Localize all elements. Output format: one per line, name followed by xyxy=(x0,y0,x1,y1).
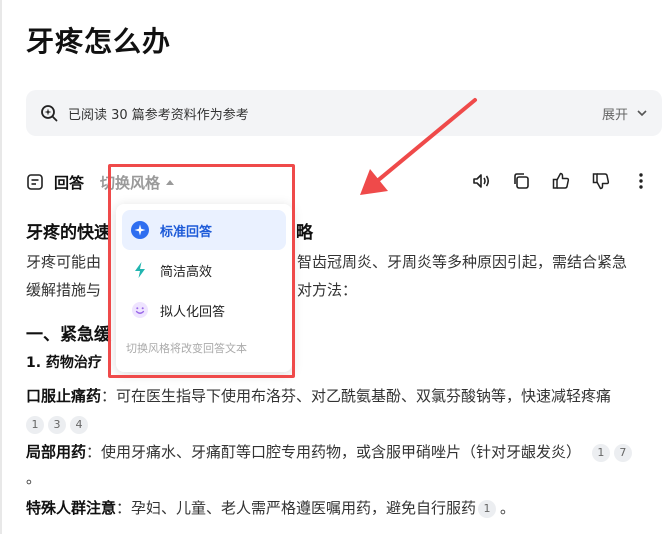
thumbs-down-icon[interactable] xyxy=(590,170,612,192)
references-text: 已阅读 30 篇参考资料作为参考 xyxy=(68,107,249,123)
left-border xyxy=(0,0,2,534)
answer-item-1: 口服止痛药：可在医生指导下使用布洛芬、对乙酰氨基酚、双氯芬酸钠等，快速减轻疼痛 xyxy=(26,386,611,406)
section-heading-1: 一、紧急缓 xyxy=(26,325,111,345)
intro-line1-left: 牙疼可能由 xyxy=(26,253,102,271)
switch-style-label: 切换风格 xyxy=(100,173,161,192)
references-bar[interactable]: 已阅读 30 篇参考资料作为参考 展开 xyxy=(26,90,662,136)
style-option-standard[interactable]: 标准回答 xyxy=(122,210,286,250)
answer-tab[interactable]: 回答 xyxy=(26,172,84,193)
item-text: ：孕妇、儿童、老人需严格遵医嘱用药，避免自行服药 xyxy=(116,499,477,517)
caret-up-icon xyxy=(166,179,175,185)
item-title: 局部用药 xyxy=(26,443,87,461)
answer-item-2: 局部用药：使用牙痛水、牙痛酊等口腔专用药物，或含服甲硝唑片（针对牙龈发炎） 17 xyxy=(26,442,636,462)
answer-item-3: 特殊人群注意：孕妇、儿童、老人需严格遵医嘱用药，避免自行服药 1。 xyxy=(26,498,515,518)
lightning-icon xyxy=(130,260,150,280)
page-title: 牙疼怎么办 xyxy=(26,25,172,58)
annotation-arrow-icon xyxy=(360,98,477,195)
style-dropdown-menu: 标准回答 简洁高效 拟人化回答 切换风格将改变回答文本 xyxy=(116,204,292,372)
item-title: 特殊人群注意 xyxy=(26,499,117,517)
chevron-down-icon[interactable] xyxy=(636,107,648,119)
dropdown-hint: 切换风格将改变回答文本 xyxy=(126,342,247,355)
more-icon[interactable] xyxy=(630,170,652,192)
style-option-personified[interactable]: 拟人化回答 xyxy=(122,290,286,330)
item-1-citations: 134 xyxy=(26,414,92,434)
style-option-concise[interactable]: 简洁高效 xyxy=(122,250,286,290)
answer-tab-label: 回答 xyxy=(54,173,85,192)
copy-icon[interactable] xyxy=(510,170,532,192)
style-option-label: 简洁高效 xyxy=(160,264,213,280)
citation-badge[interactable]: 3 xyxy=(48,415,66,434)
answer-heading-left: 牙疼的快速 xyxy=(26,223,111,243)
answer-doc-icon xyxy=(26,173,44,191)
answer-heading-right: 略 xyxy=(296,223,313,243)
thumbs-up-icon[interactable] xyxy=(550,170,572,192)
item-2-trail: 。 xyxy=(26,469,42,487)
style-option-label: 标准回答 xyxy=(160,224,213,240)
smile-icon xyxy=(130,300,150,320)
item-text: ：可在医生指导下使用布洛芬、对乙酰氨基酚、双氯芬酸钠等，快速减轻疼痛 xyxy=(101,387,612,405)
sparkle-icon xyxy=(130,220,150,240)
citation-badge[interactable]: 1 xyxy=(591,443,610,462)
style-option-label: 拟人化回答 xyxy=(160,304,226,320)
answer-actions xyxy=(470,170,652,192)
intro-line2-left: 缓解措施与 xyxy=(26,281,102,299)
intro-line2-right: 对方法： xyxy=(297,281,358,299)
expand-button[interactable]: 展开 xyxy=(602,104,628,123)
subsection-heading-1: 1. 药物治疗 xyxy=(26,355,102,371)
answer-toolbar: 回答 切换风格 xyxy=(26,164,662,200)
item-text: ：使用牙痛水、牙痛酊等口腔专用药物，或含服甲硝唑片（针对牙龈发炎） xyxy=(86,443,582,461)
intro-line1-right: 智齿冠周炎、牙周炎等多种原因引起，需结合紧急 xyxy=(297,253,628,271)
search-sparkle-icon xyxy=(40,104,58,122)
citation-badge[interactable]: 1 xyxy=(26,415,44,434)
switch-style-button[interactable]: 切换风格 xyxy=(100,172,175,193)
item-title: 口服止痛药 xyxy=(26,387,102,405)
item-trail: 。 xyxy=(500,499,516,517)
citation-badge[interactable]: 7 xyxy=(613,443,632,462)
citation-badge[interactable]: 4 xyxy=(70,415,88,434)
citation-badge[interactable]: 1 xyxy=(478,499,497,518)
